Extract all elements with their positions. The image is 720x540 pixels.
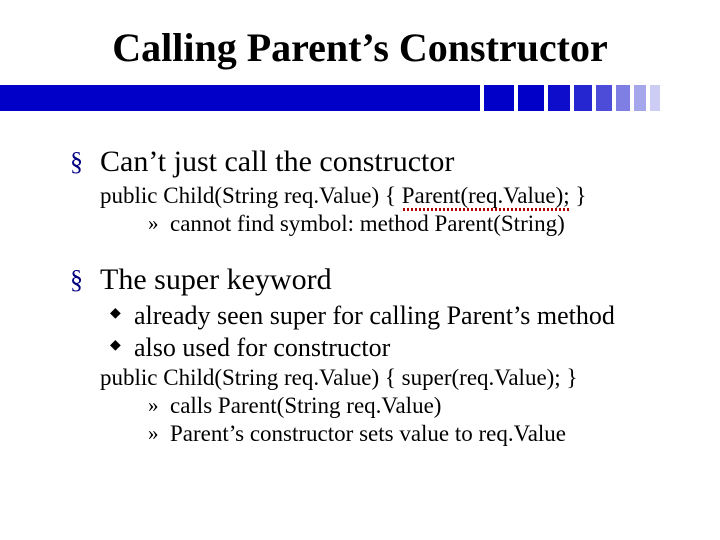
bullet-l1: The super keyword <box>70 263 678 297</box>
bullet-l1: Can’t just call the constructor <box>70 145 678 179</box>
ribbon-seg <box>484 85 514 111</box>
bullet-l2: already seen super for calling Parent’s … <box>70 301 678 331</box>
code-text: public Child(String req.Value) { super(r… <box>100 365 578 390</box>
title-ribbon <box>0 85 720 111</box>
bullet-text: cannot find symbol: method Parent(String… <box>170 211 565 236</box>
code-text: public Child(String req.Value) { <box>100 183 402 208</box>
bullet-l3: calls Parent(String req.Value) <box>70 393 678 419</box>
ribbon-seg <box>596 85 612 111</box>
bullet-text: The super keyword <box>100 263 332 296</box>
bullet-l3: Parent’s constructor sets value to req.V… <box>70 421 678 447</box>
ribbon-bar <box>0 85 480 111</box>
code-text: } <box>570 183 587 208</box>
ribbon-seg <box>616 85 630 111</box>
spellcheck-error: Parent(req.Value); <box>402 183 570 209</box>
bullet-text: Can’t just call the constructor <box>100 145 454 178</box>
spacer <box>70 239 678 257</box>
slide: Calling Parent’s Constructor Can’t just … <box>0 0 720 540</box>
bullet-l3: cannot find symbol: method Parent(String… <box>70 211 678 237</box>
slide-title: Calling Parent’s Constructor <box>30 24 690 71</box>
bullet-text: calls Parent(String req.Value) <box>170 393 441 418</box>
bullet-text: also used for constructor <box>134 333 390 362</box>
ribbon-seg <box>518 85 544 111</box>
ribbon-seg <box>650 85 660 111</box>
bullet-text: already seen super for calling Parent’s … <box>134 301 615 330</box>
ribbon-seg <box>548 85 570 111</box>
code-line: public Child(String req.Value) { super(r… <box>70 365 678 391</box>
bullet-l2: also used for constructor <box>70 333 678 363</box>
content: Can’t just call the constructor public C… <box>0 145 720 447</box>
code-line: public Child(String req.Value) { Parent(… <box>70 183 678 209</box>
bullet-text: Parent’s constructor sets value to req.V… <box>170 421 566 446</box>
ribbon-seg <box>574 85 592 111</box>
ribbon-seg <box>634 85 646 111</box>
